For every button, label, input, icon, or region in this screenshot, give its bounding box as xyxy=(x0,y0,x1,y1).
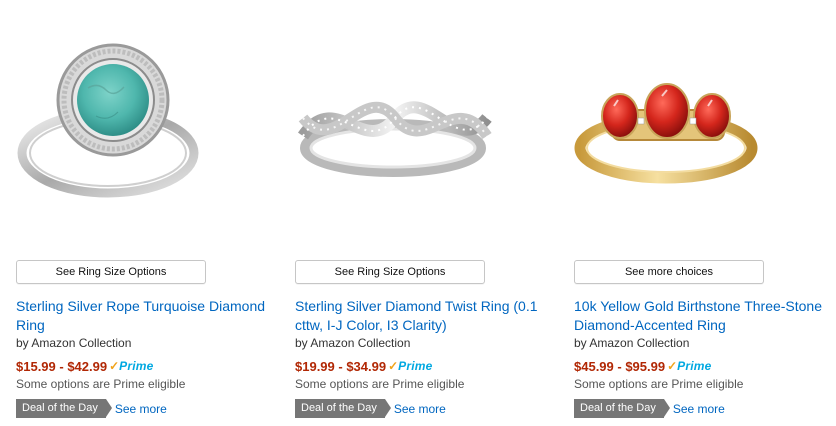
price-row: $15.99 - $42.99 ✓ Prime xyxy=(16,357,154,375)
deal-of-the-day-badge: Deal of the Day xyxy=(16,399,112,418)
ring-illustration xyxy=(298,101,492,177)
deal-of-the-day-badge: Deal of the Day xyxy=(295,399,391,418)
deal-row: Deal of the Day See more xyxy=(295,399,446,418)
see-ring-size-options-button[interactable]: See Ring Size Options xyxy=(16,260,206,284)
product-title-link[interactable]: 10k Yellow Gold Birthstone Three-Stone D… xyxy=(574,297,836,335)
deal-of-the-day-badge: Deal of the Day xyxy=(574,399,670,418)
see-more-link[interactable]: See more xyxy=(673,402,725,416)
deal-row: Deal of the Day See more xyxy=(574,399,725,418)
product-brand: by Amazon Collection xyxy=(574,336,690,350)
product-brand: by Amazon Collection xyxy=(16,336,132,350)
product-brand: by Amazon Collection xyxy=(295,336,411,350)
prime-check-icon: ✓ xyxy=(388,359,399,373)
see-more-link[interactable]: See more xyxy=(394,402,446,416)
prime-badge: ✓ Prime xyxy=(109,359,153,373)
prime-label: Prime xyxy=(398,359,433,373)
prime-check-icon: ✓ xyxy=(109,359,120,373)
product-title-link[interactable]: Sterling Silver Rope Turquoise Diamond R… xyxy=(16,297,278,335)
prime-eligibility-note: Some options are Prime eligible xyxy=(574,377,744,391)
product-price: $15.99 - $42.99 xyxy=(16,358,108,374)
product-card: See Ring Size Options Sterling Silver Di… xyxy=(295,0,557,426)
prime-badge: ✓ Prime xyxy=(388,359,432,373)
prime-badge: ✓ Prime xyxy=(667,359,711,373)
product-title-link[interactable]: Sterling Silver Diamond Twist Ring (0.1 … xyxy=(295,297,557,335)
prime-label: Prime xyxy=(677,359,712,373)
price-row: $19.99 - $34.99 ✓ Prime xyxy=(295,357,433,375)
deal-row: Deal of the Day See more xyxy=(16,399,167,418)
ring-illustration xyxy=(574,83,758,184)
ring-illustration xyxy=(17,43,199,198)
see-more-link[interactable]: See more xyxy=(115,402,167,416)
prime-check-icon: ✓ xyxy=(667,359,678,373)
prime-eligibility-note: Some options are Prime eligible xyxy=(16,377,186,391)
price-row: $45.99 - $95.99 ✓ Prime xyxy=(574,357,712,375)
prime-eligibility-note: Some options are Prime eligible xyxy=(295,377,465,391)
product-image-three-stone-ring[interactable] xyxy=(574,18,774,218)
see-ring-size-options-button[interactable]: See Ring Size Options xyxy=(295,260,485,284)
product-card: See more choices 10k Yellow Gold Birthst… xyxy=(574,0,836,426)
product-image-twist-ring[interactable] xyxy=(295,18,495,218)
product-image-turquoise-ring[interactable] xyxy=(16,18,216,218)
product-price: $19.99 - $34.99 xyxy=(295,358,387,374)
product-card: See Ring Size Options Sterling Silver Ro… xyxy=(16,0,278,426)
see-more-choices-button[interactable]: See more choices xyxy=(574,260,764,284)
prime-label: Prime xyxy=(119,359,154,373)
product-price: $45.99 - $95.99 xyxy=(574,358,666,374)
